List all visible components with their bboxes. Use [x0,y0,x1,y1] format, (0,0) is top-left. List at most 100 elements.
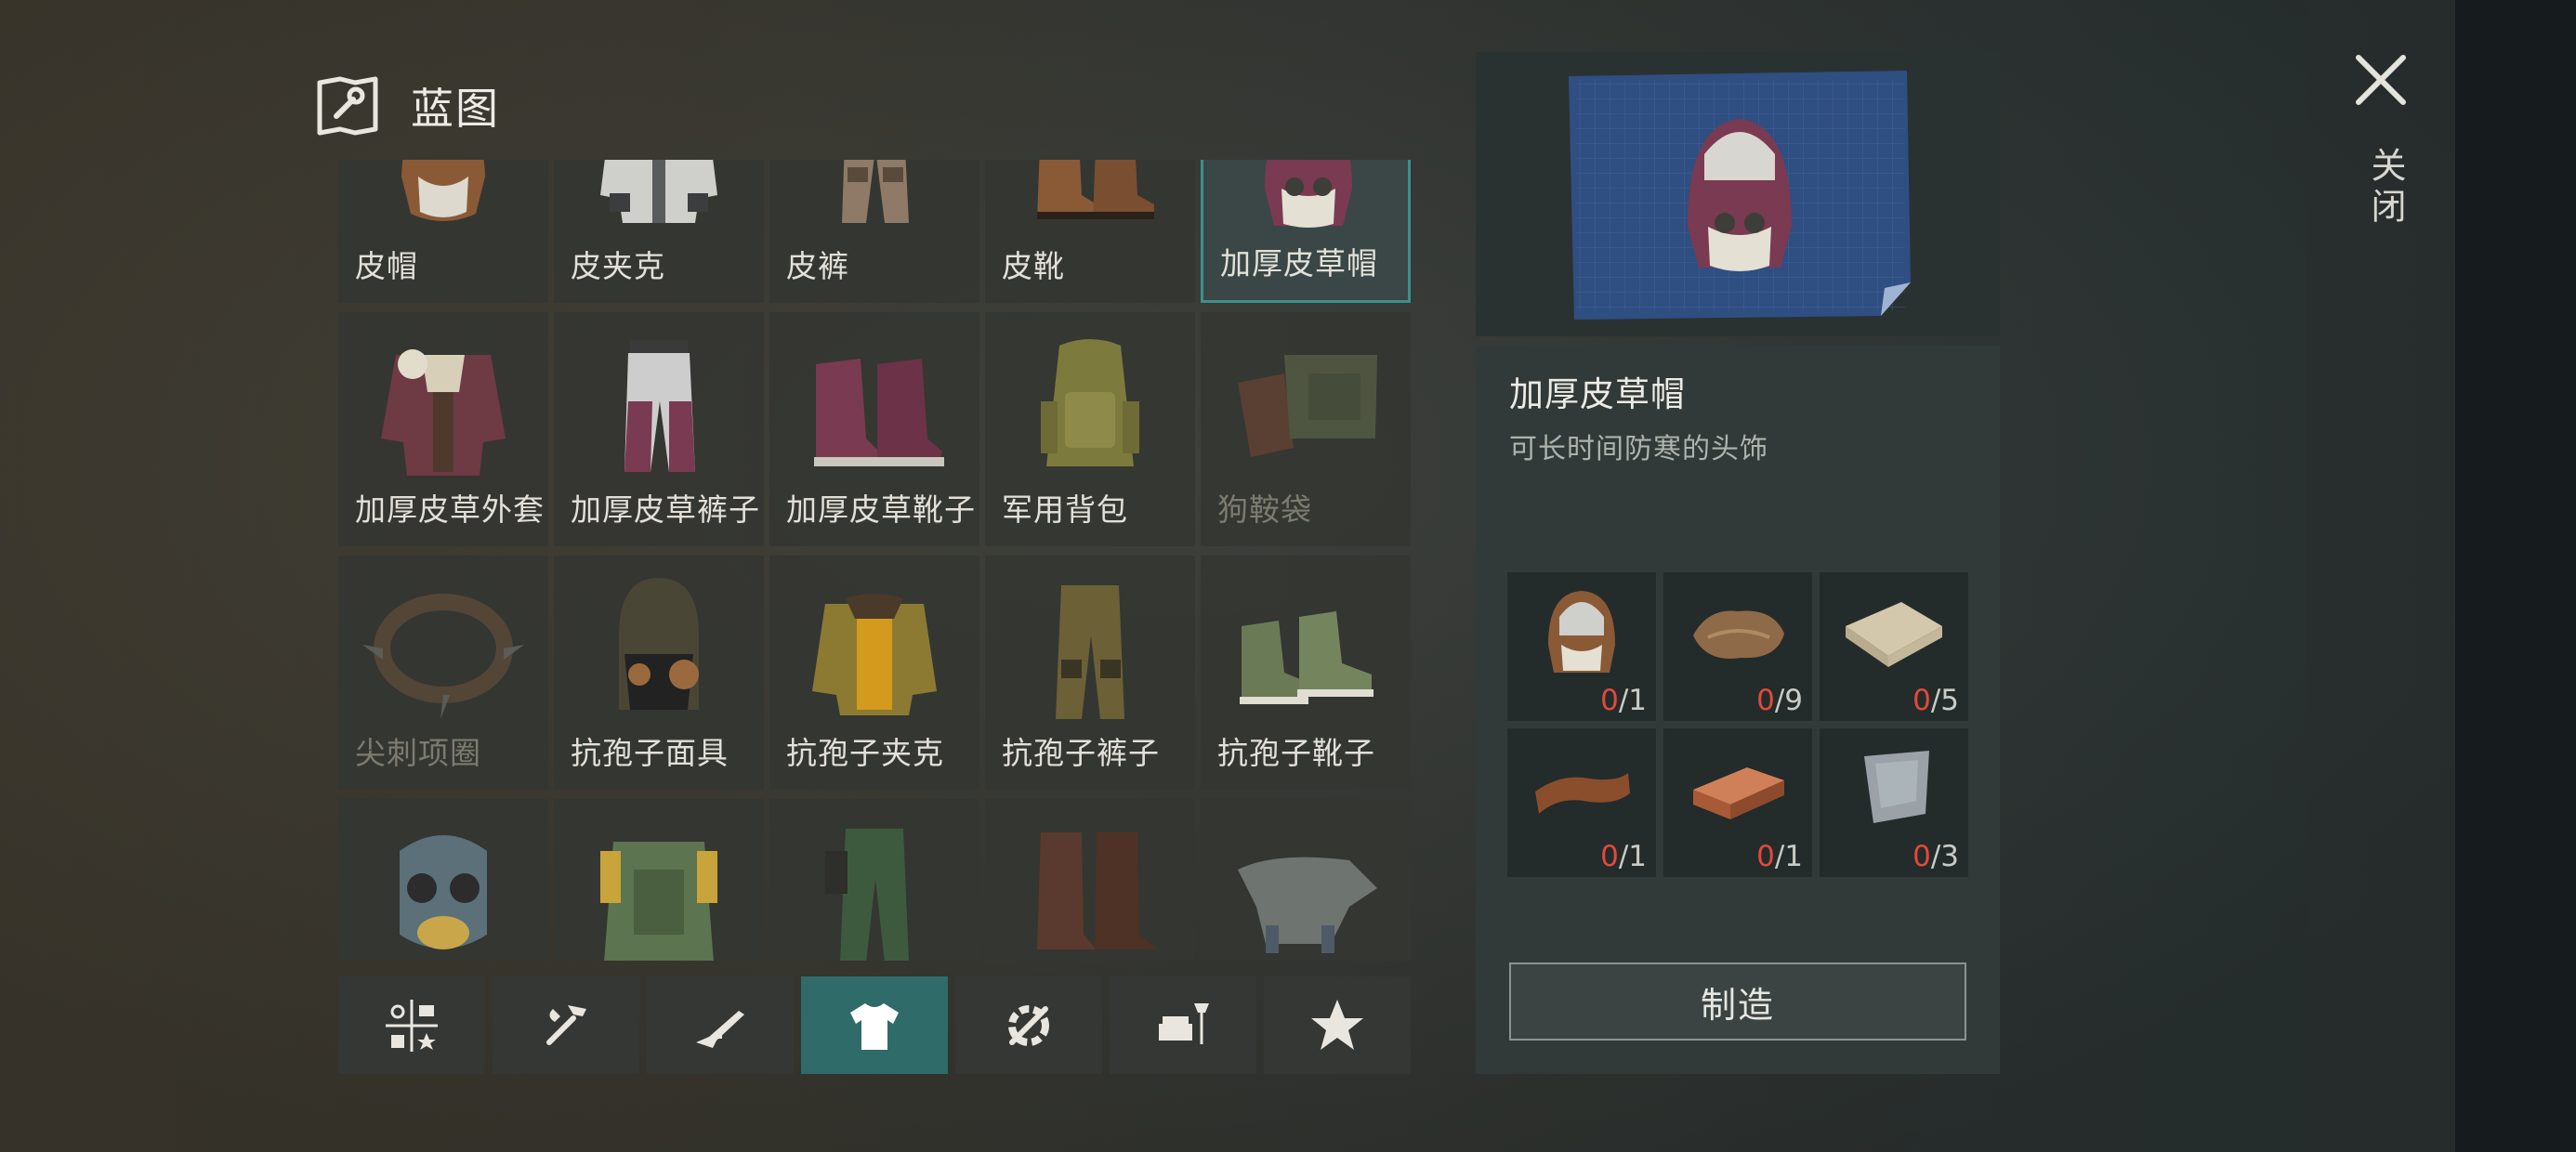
tab-favorites[interactable] [1264,976,1411,1074]
blueprint-preview-panel [1476,52,2000,336]
item-cell-camo-pants[interactable] [769,799,979,961]
tab-clothing[interactable] [801,976,948,1074]
leather-boots-icon [1037,160,1154,219]
tab-components[interactable] [955,976,1102,1074]
tab-all[interactable] [338,976,485,1074]
item-cell-leather-pants[interactable]: 皮裤 [769,160,979,303]
close-label: 关闭 [2365,147,2406,229]
clothing-icon [850,1002,899,1050]
item-name: 抗孢子夹克 [786,735,944,771]
tab-tools[interactable] [493,976,639,1074]
item-name: 皮靴 [1002,248,1065,284]
military-backpack-icon [1041,339,1139,466]
item-cell-gas-mask[interactable] [338,799,548,961]
item-cell-dog-armor[interactable] [1201,799,1411,961]
material-slot[interactable]: 0/1 [1507,728,1656,877]
page-title: 蓝图 [411,84,500,134]
favorites-star-icon [1311,999,1363,1050]
leather-hat-icon [401,160,485,221]
fur-boots-icon [814,359,944,466]
item-name: 尖刺项圈 [355,735,481,771]
dog-armor-icon [1238,857,1377,953]
item-name: 加厚皮草帽 [1220,245,1378,281]
close-icon[interactable] [2353,52,2409,108]
item-cell-leather-boots[interactable]: 皮靴 [985,160,1195,303]
leather-strip-icon [1535,773,1630,814]
item-cell-dog-saddlebag[interactable]: 狗鞍袋 [1201,312,1411,546]
item-name: 加厚皮草靴子 [786,491,976,528]
item-cell-spore-mask[interactable]: 抗孢子面具 [554,556,764,790]
material-count: 0/1 [1756,840,1803,873]
material-count: 0/1 [1600,840,1647,873]
item-cell-fur-pants[interactable]: 加厚皮草裤子 [554,312,764,546]
sheet-metal-icon [1864,751,1929,823]
craft-button[interactable]: 制造 [1509,962,1966,1041]
item-cell-spore-pants[interactable]: 抗孢子裤子 [985,556,1195,790]
tab-weapons[interactable] [647,976,794,1074]
item-name: 加厚皮草裤子 [571,491,760,528]
copper-bar-icon [1693,767,1784,819]
material-count: 0/5 [1912,684,1959,717]
item-name: 狗鞍袋 [1217,491,1312,528]
detail-item-name: 加厚皮草帽 [1509,374,1686,414]
material-count: 0/1 [1600,684,1647,717]
item-cell-armored-vest[interactable] [554,799,764,961]
fur-hat-icon [1265,160,1352,228]
item-name: 抗孢子面具 [571,735,729,771]
material-slot[interactable]: 0/1 [1507,572,1656,721]
item-cell-leather-jacket[interactable]: 皮夹克 [554,160,764,303]
spiked-collar-icon [362,594,524,719]
material-count: 0/3 [1912,840,1959,873]
blueprint-grid: 皮帽 皮夹克 皮裤 皮靴 加厚皮草帽 加厚皮草外套 加厚皮草裤子 加厚皮草靴子 … [338,160,1411,961]
blueprint-preview-image [1569,71,1911,320]
materials-grid: 0/1 0/9 0/5 0/1 0/1 0/3 [1507,572,1968,877]
fur-coat-icon [381,349,506,476]
item-cell-spore-jacket[interactable]: 抗孢子夹克 [769,556,979,790]
item-cell-fur-hat[interactable]: 加厚皮草帽 [1201,160,1411,303]
leather-jacket-icon [600,160,717,223]
item-name: 抗孢子裤子 [1002,735,1160,771]
item-cell-leather-hat[interactable]: 皮帽 [338,160,548,303]
detail-item-description: 可长时间防寒的头饰 [1509,433,1768,465]
weapons-icon [696,1010,744,1048]
tools-icon [546,1004,586,1045]
spore-jacket-icon [812,594,937,715]
category-tabbar [338,976,1411,1074]
blueprint-grid-viewport[interactable]: 皮帽 皮夹克 皮裤 皮靴 加厚皮草帽 加厚皮草外套 加厚皮草裤子 加厚皮草靴子 … [338,160,1414,961]
item-cell-fur-boots[interactable]: 加厚皮草靴子 [769,312,979,546]
armored-vest-icon [600,842,717,961]
right-edge-bar [2455,0,2576,1152]
tab-furniture[interactable] [1110,976,1256,1074]
header: 蓝图 [316,72,500,139]
material-slot[interactable]: 0/5 [1820,572,1968,721]
all-categories-icon [386,999,438,1052]
item-name: 皮夹克 [571,248,665,284]
material-count: 0/9 [1756,684,1803,717]
material-slot[interactable]: 0/3 [1820,728,1968,877]
gas-mask-icon [400,835,487,949]
material-slot[interactable]: 0/1 [1663,728,1812,877]
fur-pants-icon [624,340,695,472]
tall-boots-icon [1037,832,1158,949]
fur-pelt-icon [1693,610,1784,659]
blueprint-book-icon [317,76,378,136]
item-name: 军用背包 [1002,491,1128,528]
fabric-icon [1846,602,1942,667]
camo-pants-icon [825,829,909,961]
item-detail-panel: 加厚皮草帽 可长时间防寒的头饰 0/1 0/9 0/5 0/1 0/1 0/3 … [1476,346,2000,1074]
item-cell-spiked-collar[interactable]: 尖刺项圈 [338,556,548,790]
spore-mask-icon [619,578,699,710]
dog-saddlebag-icon [1238,355,1377,457]
item-name: 皮帽 [355,248,418,284]
spore-boots-icon [1240,611,1373,704]
item-cell-tall-boots[interactable] [985,799,1195,961]
item-cell-spore-boots[interactable]: 抗孢子靴子 [1201,556,1411,790]
item-cell-military-backpack[interactable]: 军用背包 [985,312,1195,546]
leather-hat-icon [1548,591,1615,673]
material-slot[interactable]: 0/9 [1663,572,1812,721]
leather-pants-icon [842,160,909,223]
close-button[interactable]: 关闭 [2344,52,2418,238]
spore-pants-icon [1056,585,1124,719]
furniture-icon [1159,1002,1209,1044]
item-cell-fur-coat[interactable]: 加厚皮草外套 [338,312,548,546]
